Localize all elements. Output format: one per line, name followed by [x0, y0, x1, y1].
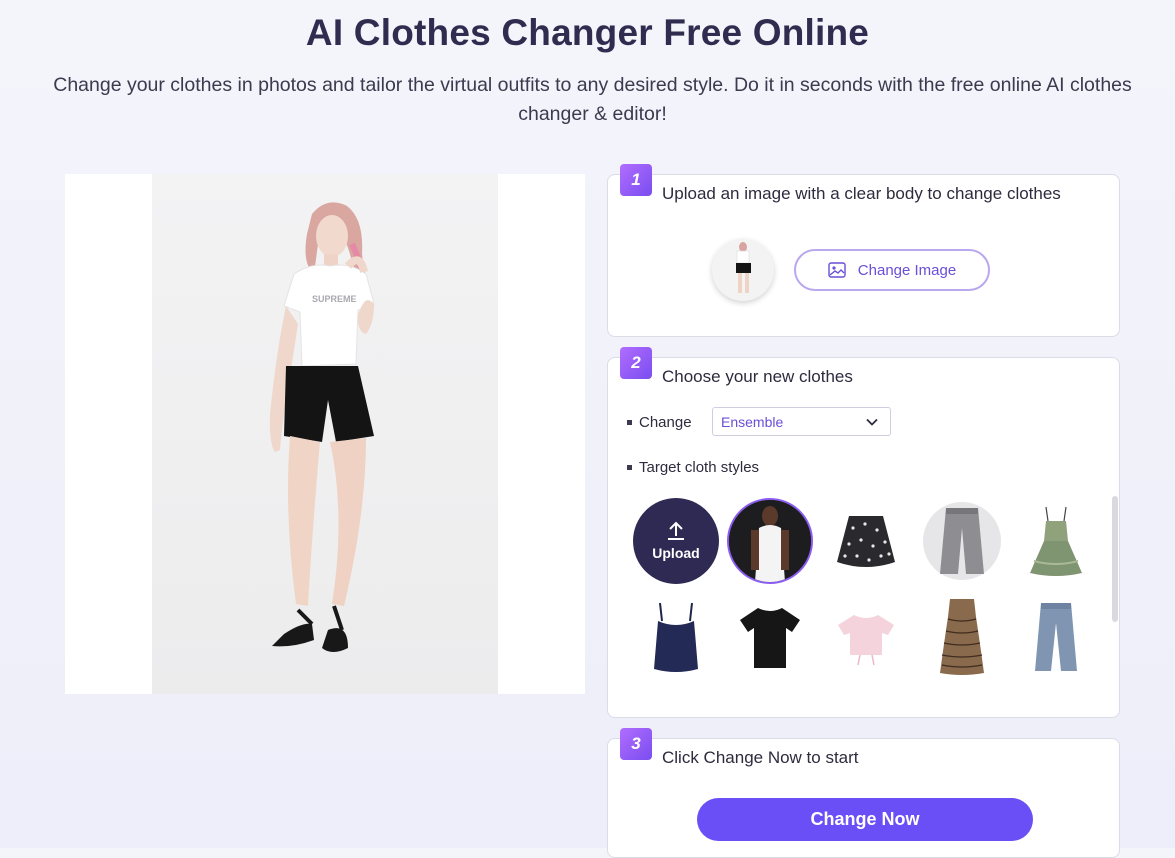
step3-card: 3 Click Change Now to start Change Now	[607, 728, 1120, 858]
gray-jeans-image	[940, 508, 984, 574]
halter-top-model-image	[729, 500, 811, 582]
green-dress-image	[1030, 506, 1082, 576]
image-icon	[828, 262, 846, 278]
change-image-button[interactable]: Change Image	[794, 249, 990, 291]
target-styles-row: Target cloth styles	[627, 459, 759, 476]
upload-icon	[668, 521, 684, 540]
upload-label: Upload	[652, 545, 700, 561]
pink-crop-top-image	[838, 615, 894, 666]
bullet-icon	[627, 420, 632, 425]
step1-card: 1 Upload an image with a clear body to c…	[607, 164, 1120, 337]
brown-dress-image	[940, 599, 984, 675]
page-subtitle: Change your clothes in photos and tailor…	[53, 74, 1132, 125]
style-white-halter-top[interactable]	[727, 498, 813, 584]
preview-photo: SUPREME	[152, 174, 498, 694]
page-title: AI Clothes Changer Free Online	[305, 12, 870, 53]
change-type-value: Ensemble	[721, 413, 784, 430]
model-illustration: SUPREME	[269, 202, 375, 652]
step2-card: 2 Choose your new clothes Change Ensembl…	[607, 347, 1120, 718]
change-now-button[interactable]: Change Now	[697, 798, 1033, 841]
style-blue-jeans[interactable]	[1013, 594, 1099, 680]
step2-badge: 2	[620, 347, 652, 379]
step3-badge: 3	[620, 728, 652, 760]
style-brown-print-dress[interactable]	[919, 594, 1005, 680]
floral-skirt-image	[837, 516, 895, 567]
style-navy-cami-top[interactable]	[633, 594, 719, 680]
change-row: Change	[627, 414, 692, 431]
chevron-down-icon	[866, 418, 878, 426]
styles-scrollbar[interactable]	[1112, 496, 1118, 622]
step2-title: Choose your new clothes	[662, 367, 853, 386]
style-black-tshirt[interactable]	[727, 594, 813, 680]
step3-title: Click Change Now to start	[662, 748, 859, 767]
change-label: Change	[639, 414, 692, 431]
bullet-icon	[627, 465, 632, 470]
black-tshirt-image	[740, 608, 800, 668]
change-image-label: Change Image	[857, 261, 957, 279]
thumbnail-model-image	[736, 242, 751, 293]
change-type-select[interactable]: Ensemble	[712, 407, 891, 436]
svg-text:SUPREME: SUPREME	[312, 294, 357, 304]
style-pink-crop-top[interactable]	[823, 594, 909, 680]
preview-image-area: SUPREME	[65, 174, 585, 694]
style-gray-jeans[interactable]	[923, 502, 1001, 580]
style-green-ruffle-dress[interactable]	[1013, 498, 1099, 584]
blue-jeans-image	[1035, 603, 1077, 671]
style-floral-skirt[interactable]	[823, 498, 909, 584]
step1-title: Upload an image with a clear body to cha…	[662, 184, 1061, 203]
uploaded-image-thumbnail[interactable]	[712, 239, 774, 301]
cloth-styles-grid: Upload	[633, 496, 1103, 686]
navy-cami-image	[654, 602, 698, 672]
target-styles-label: Target cloth styles	[639, 459, 760, 476]
step1-badge: 1	[620, 164, 652, 196]
upload-style-button[interactable]: Upload	[633, 498, 719, 584]
